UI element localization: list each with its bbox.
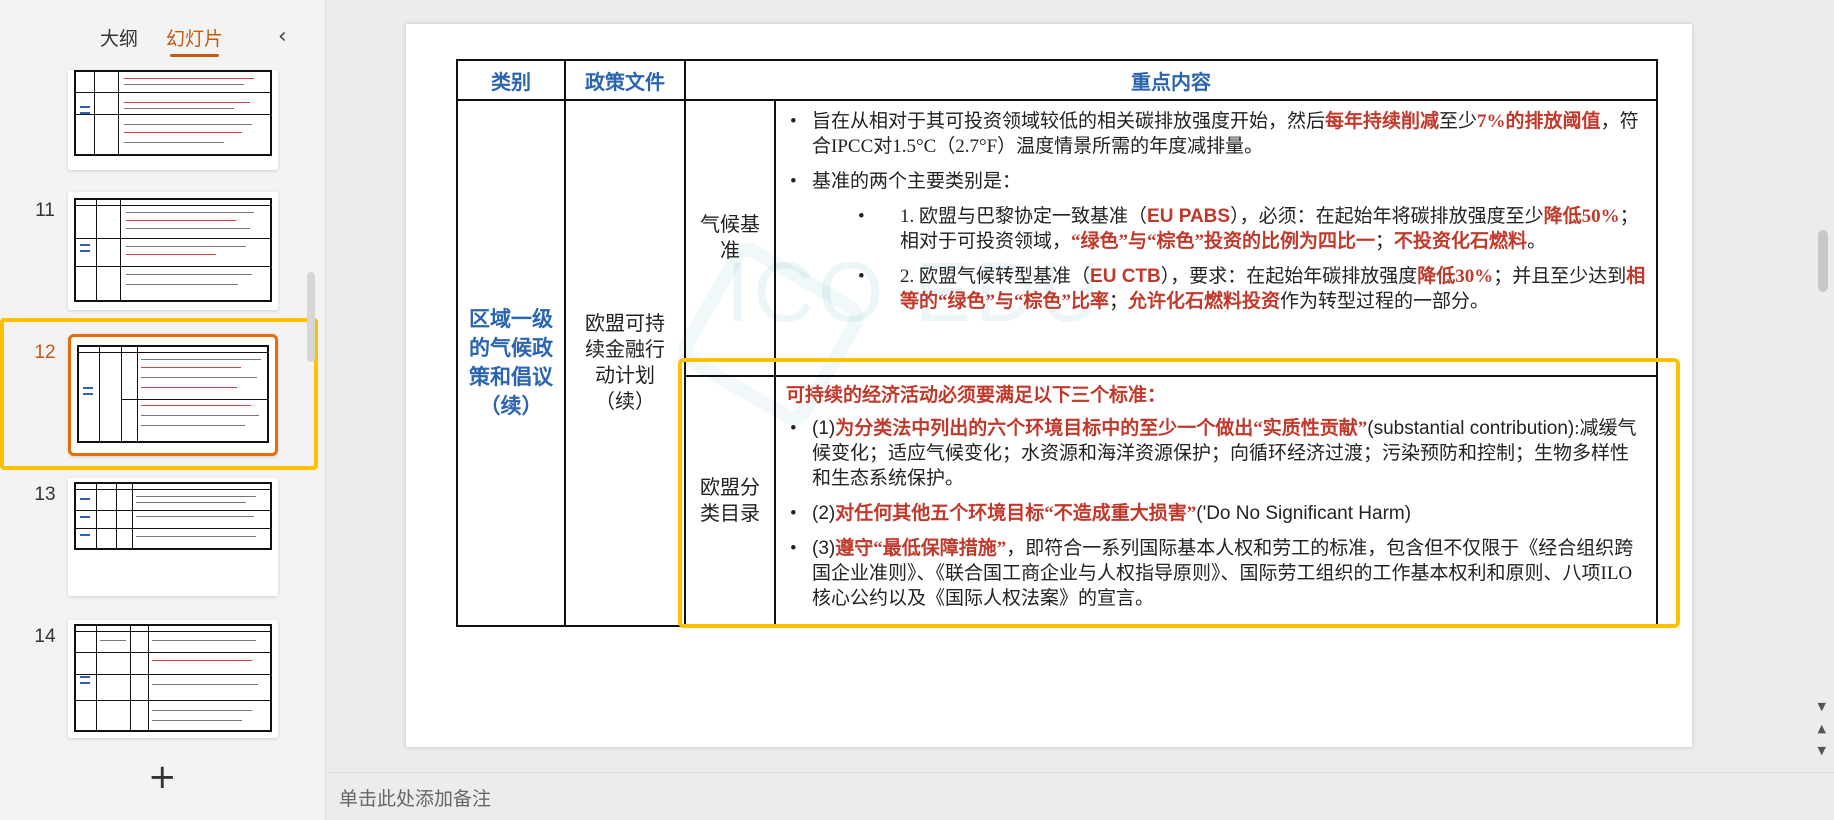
slide-thumbnail-10[interactable] (68, 70, 278, 170)
list-item: 旨在从相对于其可投资领域较低的相关碳排放强度开始，然后每年持续削减至少7%的排放… (786, 109, 1646, 159)
policy-doc-cell: 欧盟可持续金融行动计划（续） (564, 99, 686, 627)
notes-pane[interactable]: 单击此处添加备注 (327, 772, 1834, 820)
notes-placeholder[interactable]: 单击此处添加备注 (339, 784, 491, 811)
tab-outline[interactable]: 大纲 (100, 24, 138, 55)
header-key-content: 重点内容 (684, 59, 1658, 101)
next-slide-icon[interactable]: ▼ (1818, 744, 1826, 757)
slide-number-13: 13 (34, 484, 56, 505)
slide-number-11: 11 (35, 200, 55, 221)
thumbnail-highlight-box (0, 318, 318, 470)
list-item: (2)对任何其他五个环境目标“不造成重大损害”('Do No Significa… (786, 501, 1646, 526)
vertical-scrollbar[interactable] (1818, 230, 1828, 292)
list-item: (1)为分类法中列出的六个环境目标中的至少一个做出“实质性贡献”(substan… (786, 416, 1646, 491)
eu-taxonomy-content: 可持续的经济活动必须要满足以下三个标准： (1)为分类法中列出的六个环境目标中的… (774, 375, 1658, 627)
scroll-down-icon[interactable]: ▼ (1818, 700, 1826, 713)
list-item: (3)遵守“最低保障措施”，即符合一系列国际基本人权和劳工的标准，包含但不仅限于… (786, 536, 1646, 611)
slide-canvas[interactable]: ICO EDU 类别 政策文件 重点内容 区域一级的气候政策和倡议（续） 欧盟可… (406, 24, 1692, 747)
add-slide-button[interactable]: + (148, 760, 177, 794)
panel-tabs: 大纲 幻灯片 (100, 24, 223, 57)
sidebar-scrollbar[interactable] (307, 272, 315, 362)
subcategory-climate-benchmark: 气候基准 (684, 99, 776, 377)
subcategory-eu-taxonomy: 欧盟分类目录 (684, 375, 776, 627)
collapse-panel-icon[interactable]: ‹ (278, 24, 287, 49)
slide-thumbnail-14[interactable] (68, 620, 278, 738)
category-cell: 区域一级的气候政策和倡议（续） (456, 99, 566, 627)
header-policy-doc: 政策文件 (564, 59, 686, 101)
list-item: 2. 欧盟气候转型基准（EU CTB），要求：在起始年碳排放强度降低30%；并且… (786, 264, 1646, 314)
slide-panel: 大纲 幻灯片 ‹ 11 12 13 14 + (0, 0, 326, 820)
slide-thumbnail-13[interactable] (68, 478, 278, 596)
slide-number-14: 14 (34, 626, 56, 647)
slide-thumbnail-11[interactable] (68, 192, 278, 310)
list-item: 1. 欧盟与巴黎协定一致基准（EU PABS），必须：在起始年将碳排放强度至少降… (786, 204, 1646, 254)
prev-slide-icon[interactable]: ▲ (1818, 722, 1826, 735)
list-item: 基准的两个主要类别是： (786, 169, 1646, 194)
tab-slides[interactable]: 幻灯片 (166, 24, 223, 57)
header-category: 类别 (456, 59, 566, 101)
climate-benchmark-content: 旨在从相对于其可投资领域较低的相关碳排放强度开始，然后每年持续削减至少7%的排放… (774, 99, 1658, 377)
criteria-heading: 可持续的经济活动必须要满足以下三个标准： (786, 385, 1167, 406)
table-header-row: 类别 政策文件 重点内容 (456, 59, 1658, 101)
table-row: 区域一级的气候政策和倡议（续） 欧盟可持续金融行动计划（续） 气候基准 旨在从相… (456, 99, 1658, 627)
policy-table: 类别 政策文件 重点内容 区域一级的气候政策和倡议（续） 欧盟可持续金融行动计划… (456, 59, 1658, 627)
